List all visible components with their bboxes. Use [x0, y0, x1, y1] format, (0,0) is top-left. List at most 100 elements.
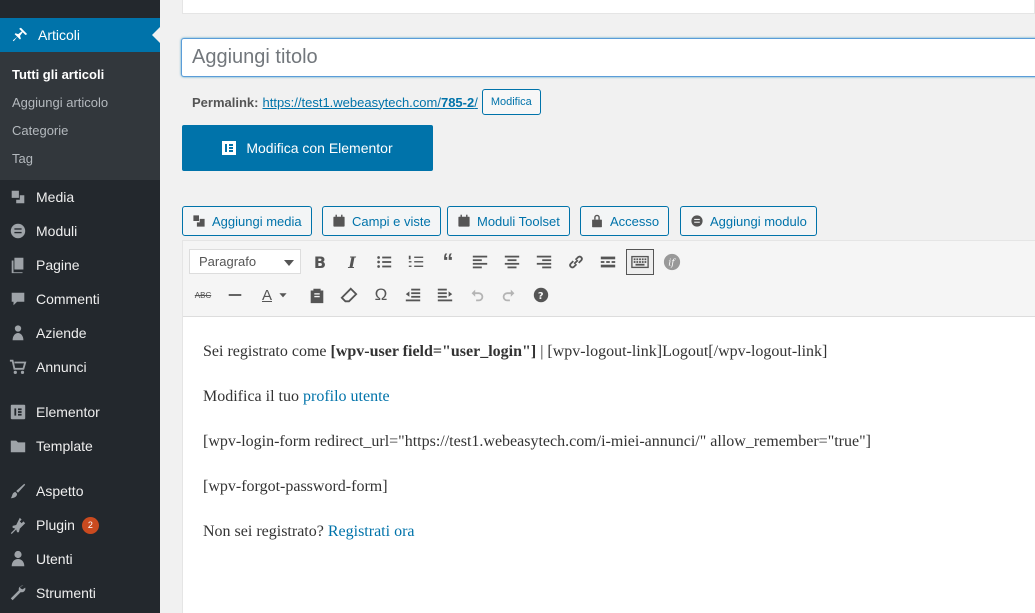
menu-label: Utenti	[36, 551, 73, 567]
strikethrough-icon[interactable]: ABC	[191, 283, 215, 307]
content-paragraph: [wpv-login-form redirect_url="https://te…	[203, 433, 871, 450]
add-form-button[interactable]: Aggiungi modulo	[680, 206, 817, 236]
blockquote-icon[interactable]: “	[436, 249, 460, 274]
text-color-icon[interactable]: A	[255, 283, 279, 307]
eraser-icon[interactable]	[337, 283, 361, 307]
content-paragraph: Sei registrato come [wpv-user field="use…	[203, 341, 871, 363]
align-left-icon[interactable]	[468, 250, 492, 274]
pin-icon	[10, 25, 30, 45]
comments-icon	[8, 289, 28, 309]
indent-icon[interactable]	[433, 283, 457, 307]
toolbar-toggle-icon[interactable]	[626, 249, 654, 275]
permalink-base: https://test1.webeasytech.com/	[262, 94, 441, 110]
italic-icon[interactable]: I	[340, 250, 364, 274]
special-character-icon[interactable]: Ω	[369, 283, 393, 307]
numbered-list-icon[interactable]	[404, 250, 428, 274]
redo-icon[interactable]	[497, 283, 521, 307]
access-button[interactable]: Accesso	[580, 206, 670, 236]
update-count-badge: 2	[81, 516, 99, 534]
undo-icon[interactable]	[465, 283, 489, 307]
button-label: Accesso	[610, 213, 660, 229]
fields-and-views-button[interactable]: Campi e viste	[322, 206, 441, 236]
menu-label: Commenti	[36, 291, 100, 307]
bold-icon[interactable]: B	[308, 250, 332, 274]
classic-editor: Paragrafo B I “ if ABC A Ω ? Sei registr…	[182, 240, 1035, 613]
menu-item-aspetto[interactable]: Aspetto	[0, 474, 160, 508]
menu-label: Template	[36, 438, 93, 454]
edit-with-elementor-button[interactable]: Modifica con Elementor	[182, 125, 433, 171]
button-label: Moduli Toolset	[477, 213, 560, 229]
read-more-icon[interactable]	[596, 250, 620, 274]
users-icon	[8, 323, 28, 343]
calendar-icon	[457, 214, 471, 228]
chevron-down-icon[interactable]	[277, 283, 289, 307]
permalink-slug: 785-2	[440, 94, 475, 110]
menu-item-aziende[interactable]: Aziende	[0, 316, 160, 350]
folder-icon	[8, 436, 28, 456]
edit-permalink-button[interactable]: Modifica	[481, 89, 541, 115]
add-media-button[interactable]: Aggiungi media	[182, 206, 312, 236]
menu-item-elementor[interactable]: Elementor	[0, 395, 160, 429]
wrench-icon	[8, 583, 28, 603]
submenu-articoli: Tutti gli articoli Aggiungi articolo Cat…	[0, 52, 160, 180]
menu-item-articoli[interactable]: Articoli	[0, 18, 160, 52]
menu-item-commenti[interactable]: Commenti	[0, 282, 160, 316]
button-label: Aggiungi modulo	[710, 213, 807, 229]
menu-item-template[interactable]: Template	[0, 429, 160, 463]
profile-link[interactable]: profilo utente	[303, 388, 390, 405]
menu-label: Moduli	[36, 223, 78, 239]
menu-item-plugin[interactable]: Plugin 2	[0, 508, 160, 542]
permalink-suffix: /	[474, 94, 478, 110]
submenu-item-tutti[interactable]: Tutti gli articoli	[12, 67, 104, 82]
menu-item-media[interactable]: Media	[0, 180, 160, 214]
link-icon[interactable]	[564, 250, 588, 274]
cart-icon	[8, 357, 28, 377]
menu-item-moduli[interactable]: Moduli	[0, 214, 160, 248]
menu-label: Aspetto	[36, 483, 84, 499]
user-icon	[8, 549, 28, 569]
conditional-if-icon[interactable]: if	[660, 250, 684, 274]
pages-icon	[8, 255, 28, 275]
paste-text-icon[interactable]	[305, 283, 329, 307]
menu-item-strumenti[interactable]: Strumenti	[0, 576, 160, 610]
elementor-button-label: Modifica con Elementor	[246, 140, 393, 156]
text: Modifica il tuo	[203, 388, 303, 405]
submenu-item-tag[interactable]: Tag	[12, 151, 33, 166]
help-icon[interactable]: ?	[529, 283, 553, 307]
svg-text:?: ?	[538, 291, 544, 302]
menu-label: Strumenti	[36, 585, 96, 601]
toolset-forms-button[interactable]: Moduli Toolset	[447, 206, 570, 236]
align-right-icon[interactable]	[532, 250, 556, 274]
permalink-link[interactable]: https://test1.webeasytech.com/785-2/	[262, 95, 477, 110]
button-label: Aggiungi media	[212, 213, 302, 229]
active-arrow-icon	[152, 27, 160, 43]
submenu-item-aggiungi[interactable]: Aggiungi articolo	[12, 95, 108, 110]
menu-item-annunci[interactable]: Annunci	[0, 350, 160, 384]
admin-sidebar: Articoli Tutti gli articoli Aggiungi art…	[0, 0, 160, 613]
form-icon	[690, 214, 704, 228]
text: | [wpv-logout-link]Logout[/wpv-logout-li…	[536, 343, 828, 360]
bullet-list-icon[interactable]	[372, 250, 396, 274]
permalink-label: Permalink:	[192, 94, 259, 110]
menu-label: Media	[36, 189, 75, 205]
align-center-icon[interactable]	[500, 250, 524, 274]
outdent-icon[interactable]	[401, 283, 425, 307]
text: Non sei registrato?	[203, 523, 328, 540]
horizontal-line-icon[interactable]	[223, 283, 247, 307]
format-select[interactable]: Paragrafo	[189, 249, 301, 274]
post-title-input[interactable]	[181, 38, 1035, 77]
previous-panel-edge	[182, 0, 1035, 14]
submenu-item-categorie[interactable]: Categorie	[12, 123, 68, 138]
menu-label: Aziende	[36, 325, 87, 341]
format-select-value: Paragrafo	[199, 254, 257, 269]
plugin-icon	[8, 515, 28, 535]
register-link[interactable]: Registrati ora	[328, 523, 415, 540]
elementor-icon	[8, 402, 28, 422]
editor-toolbar: Paragrafo B I “ if ABC A Ω ?	[183, 241, 1035, 317]
menu-item-utenti[interactable]: Utenti	[0, 542, 160, 576]
menu-label: Elementor	[36, 404, 100, 420]
button-label: Campi e viste	[352, 213, 431, 229]
menu-item-pagine[interactable]: Pagine	[0, 248, 160, 282]
brush-icon	[8, 481, 28, 501]
editor-content[interactable]: Sei registrato come [wpv-user field="use…	[203, 341, 871, 566]
